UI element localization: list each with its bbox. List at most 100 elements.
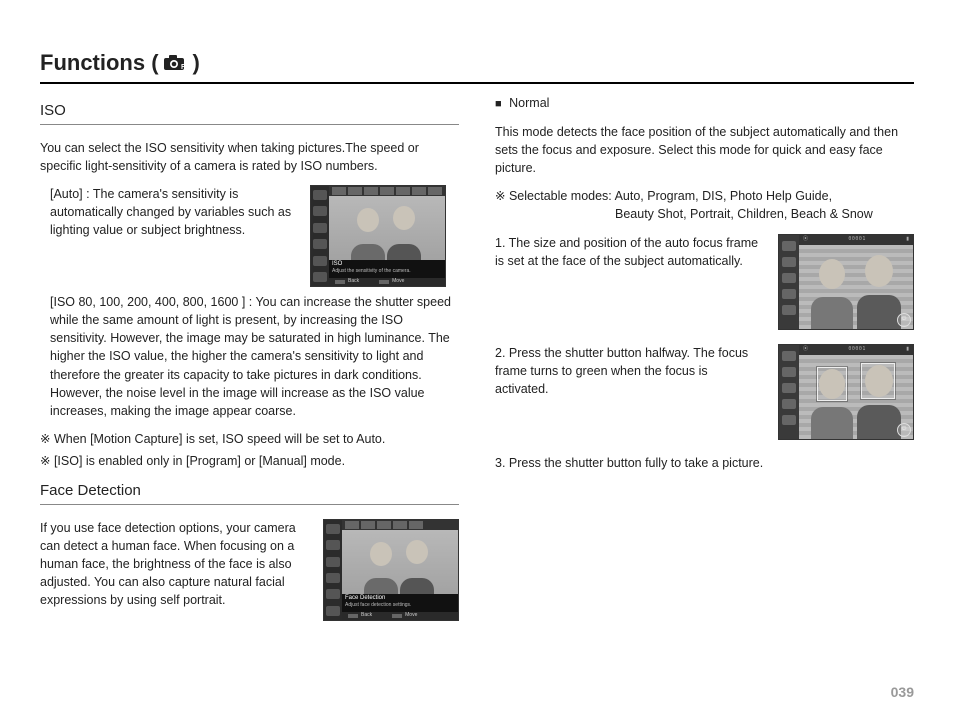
lcd-top-icon [428,187,442,195]
lcd2-side-icons [779,345,799,439]
lcd-side-icons [311,186,329,286]
page-number: 039 [891,684,914,700]
lcd2-side-icon [782,257,796,267]
person-head [406,540,428,564]
lcd-bottom-bar: Back Move [342,612,458,620]
lcd-top-icon [393,521,407,529]
lcd-side-icon [326,557,340,567]
lcd2-side-icon [782,399,796,409]
lcd-bottom-bar: Back Move [329,278,445,286]
lcd2-side-icon [782,367,796,377]
lcd-side-icon [326,606,340,616]
lcd-top-icon [332,187,346,195]
lcd-side-icon [313,272,327,282]
frame-counter: 00001 [848,346,866,353]
lcd-side-icon [313,223,327,233]
step-2-row: 2. Press the shutter button halfway. The… [495,344,914,440]
lcd2-side-icon [782,273,796,283]
lcd-photo-area [342,530,458,602]
normal-heading-row: ■ Normal [495,94,914,113]
step-1-row: 1. The size and position of the auto foc… [495,234,914,330]
lcd2-top-bar: ⦿ 00001 ▮ [799,235,913,245]
auto-row: [Auto] : The camera's sensitivity is aut… [40,185,459,287]
nav-key-icon [379,280,389,284]
lcd-side-icon [313,190,327,200]
lcd-step2-screenshot: ⦿ 00001 ▮ ☺ [778,344,914,440]
lcd-top-icon [409,521,423,529]
fd-row: If you use face detection options, your … [40,519,459,621]
iso-list-text: [ISO 80, 100, 200, 400, 800, 1600 ] : Yo… [40,293,459,420]
left-column: ISO You can select the ISO sensitivity w… [40,94,459,627]
lcd2-side-icon [782,289,796,299]
person-head [393,206,415,230]
iso-heading: ISO [40,100,459,125]
lcd2-side-icon [782,305,796,315]
lcd-tooltip-desc: Adjust face detection settings. [345,602,455,608]
lcd-back-hint: Back [348,612,372,619]
iso-intro: You can select the ISO sensitivity when … [40,139,459,175]
auto-text: [Auto] : The camera's sensitivity is aut… [40,185,300,239]
person-body [811,407,853,439]
normal-label: Normal [509,96,549,110]
lcd-side-icon [326,589,340,599]
lcd-top-icon [396,187,410,195]
lcd-move-hint: Move [392,612,417,619]
lcd2-side-icon [782,351,796,361]
lcd-side-icon [313,239,327,249]
lcd-side-icon [313,256,327,266]
lcd-tooltip: Face Detection Adjust face detection set… [342,594,458,612]
lcd-tooltip-desc: Adjust the sensitivity of the camera. [332,268,442,274]
lcd-move-label: Move [405,612,417,619]
face-detection-heading: Face Detection [40,480,459,505]
person-body [857,405,901,439]
title-prefix: Functions ( [40,50,159,76]
fd-intro: If you use face detection options, your … [40,519,313,610]
lcd-tooltip-title: Face Detection [345,595,455,602]
lcd-back-label: Back [361,612,372,619]
selectable-modes-line2: Beauty Shot, Portrait, Children, Beach &… [495,205,914,223]
lcd2-side-icon [782,383,796,393]
face-detect-indicator-icon: ☺ [897,423,911,437]
person-head [819,259,845,289]
frame-counter: 00001 [848,236,866,243]
lcd-fd-screenshot: Face Detection Adjust face detection set… [323,519,459,621]
lcd-top-icons [342,520,458,530]
camera-mode-icon: ⦿ [803,346,808,353]
iso-note-2: ※ [ISO] is enabled only in [Program] or … [40,452,459,470]
step-2-text: 2. Press the shutter button halfway. The… [495,344,764,398]
lcd-top-icon [380,187,394,195]
lcd-top-icon [377,521,391,529]
lcd-photo-area [329,196,445,268]
lcd-top-icon [412,187,426,195]
person-body [857,295,901,329]
lcd2-top-bar: ⦿ 00001 ▮ [799,345,913,355]
person-body [811,297,853,329]
lcd-iso-screenshot: ISO Adjust the sensitivity of the camera… [310,185,446,287]
lcd-top-icon [348,187,362,195]
lcd-side-icon [313,206,327,216]
camera-fn-icon: Fn [163,54,189,72]
selectable-modes-line1: ※ Selectable modes: Auto, Program, DIS, … [495,187,914,205]
camera-mode-icon: ⦿ [803,236,808,243]
menu-key-icon [348,614,358,618]
focus-frame [817,367,847,401]
face-detect-indicator-icon: ☺ [897,313,911,327]
step-3-row: 3. Press the shutter button fully to tak… [495,454,914,472]
lcd-side-icon [326,573,340,583]
focus-frame [861,363,895,399]
lcd-side-icon [326,524,340,534]
lcd-top-icon [361,521,375,529]
square-bullet-icon: ■ [495,98,502,110]
lcd-top-icon [364,187,378,195]
lcd-move-label: Move [392,278,404,285]
battery-icon: ▮ [906,236,909,243]
lcd2-photo-area: ☺ [799,355,913,439]
page-title: Functions ( Fn ) [40,50,914,84]
lcd2-side-icon [782,241,796,251]
lcd-back-label: Back [348,278,359,285]
svg-text:Fn: Fn [181,64,189,71]
step-1-text: 1. The size and position of the auto foc… [495,234,764,270]
lcd2-photo-area: ☺ [799,245,913,329]
lcd-tooltip-title: ISO [332,261,442,268]
lcd-move-hint: Move [379,278,404,285]
